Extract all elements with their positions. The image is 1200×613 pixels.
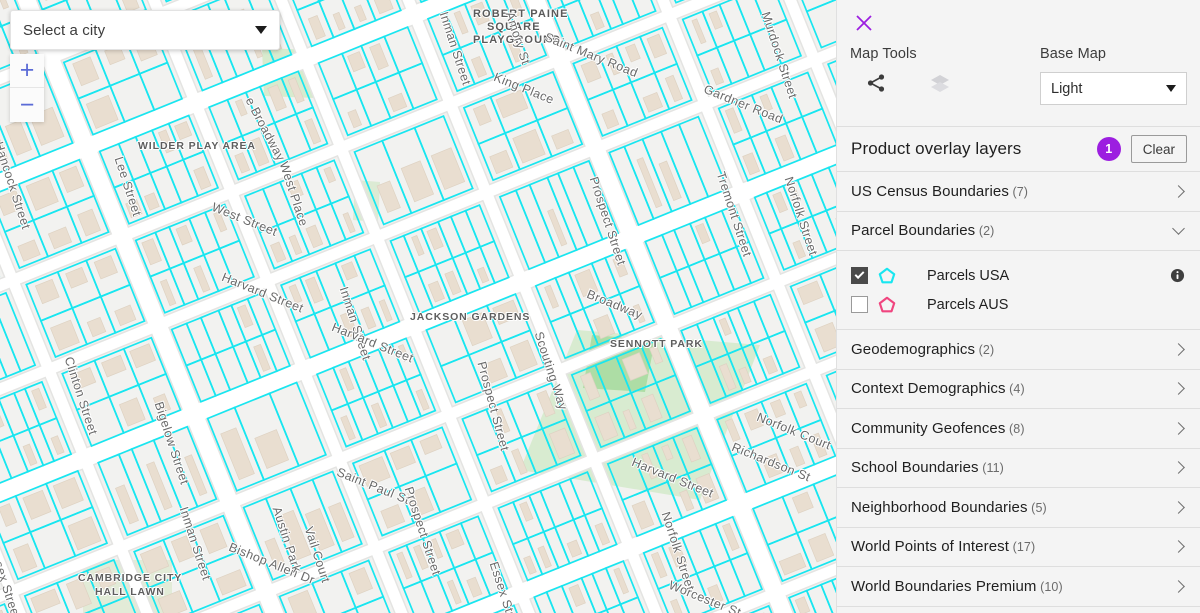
layer-row-community-geofences[interactable]: Community Geofences (8) (837, 409, 1200, 449)
layer-label: World Points of Interest (17) (851, 538, 1174, 555)
overlay-title: Product overlay layers (851, 139, 1097, 159)
layer-name-text: US Census Boundaries (851, 183, 1009, 200)
chevron-right-icon (1172, 382, 1185, 395)
clear-button[interactable]: Clear (1131, 135, 1187, 163)
map-tools-title: Map Tools (850, 46, 1040, 62)
layer-label: Community Geofences (8) (851, 420, 1174, 437)
map-render (0, 0, 836, 613)
layer-label: US Census Boundaries (7) (851, 183, 1174, 200)
tools-row: Map Tools (837, 46, 1200, 105)
basemap-group: Base Map Light (1040, 46, 1187, 105)
chevron-right-icon (1172, 461, 1185, 474)
layer-row-us-census-boundaries[interactable]: US Census Boundaries (7) (837, 172, 1200, 212)
layer-count: (8) (1005, 422, 1024, 436)
map-canvas[interactable]: Select a city + − ROBERT PAINESQUAREPLAY… (0, 0, 836, 613)
chevron-down-icon (1172, 222, 1185, 235)
chevron-down-icon (1166, 85, 1176, 92)
layers-icon-glyph (929, 72, 951, 94)
chevron-right-icon (1172, 185, 1185, 198)
layer-row-school-boundaries[interactable]: School Boundaries (11) (837, 449, 1200, 489)
share-icon-glyph (865, 72, 887, 94)
layer-name-text: Geodemographics (851, 341, 975, 358)
layer-label: Neighborhood Boundaries (5) (851, 499, 1174, 516)
chevron-down-icon (255, 26, 267, 34)
layer-list: US Census Boundaries (7) Parcel Boundarie… (837, 172, 1200, 613)
close-row (837, 0, 1200, 46)
layer-label: Geodemographics (2) (851, 341, 1174, 358)
layer-row-world-boundaries-premium[interactable]: World Boundaries Premium (10) (837, 567, 1200, 607)
layer-count: (7) (1009, 185, 1028, 199)
layer-name-text: Parcel Boundaries (851, 222, 975, 239)
check-icon (855, 269, 865, 279)
child-layer-label: Parcels AUS (927, 297, 1187, 313)
layer-label: Parcel Boundaries (2) (851, 222, 1174, 239)
layer-count: (2) (975, 343, 994, 357)
chevron-right-icon (1172, 580, 1185, 593)
layer-count: (5) (1028, 501, 1047, 515)
basemap-select[interactable]: Light (1040, 72, 1187, 105)
layer-checkbox[interactable] (851, 296, 868, 313)
layer-count: (11) (979, 461, 1004, 475)
layer-row-neighborhood-boundaries[interactable]: Neighborhood Boundaries (5) (837, 488, 1200, 528)
map-application: Select a city + − ROBERT PAINESQUAREPLAY… (0, 0, 1200, 613)
chevron-right-icon (1172, 540, 1185, 553)
layer-checkbox[interactable] (851, 267, 868, 284)
close-icon[interactable] (850, 9, 878, 37)
info-icon[interactable] (1170, 268, 1185, 283)
layer-row-context-demographics[interactable]: Context Demographics (4) (837, 370, 1200, 410)
layer-count: (17) (1009, 540, 1035, 554)
layer-label: School Boundaries (11) (851, 459, 1174, 476)
overlay-count-badge: 1 (1097, 137, 1121, 161)
city-select-dropdown[interactable]: Select a city (10, 10, 280, 50)
layer-name-text: Context Demographics (851, 380, 1006, 397)
basemap-title: Base Map (1040, 46, 1187, 62)
chevron-right-icon (1172, 422, 1185, 435)
map-tools-group: Map Tools (850, 46, 1040, 105)
layer-name-text: World Points of Interest (851, 538, 1009, 555)
map-tools-icons (850, 72, 1040, 94)
child-layer-parcels-aus[interactable]: Parcels AUS (851, 290, 1187, 319)
layer-children: Parcels USA Parcels AUS (837, 251, 1200, 330)
zoom-out-button[interactable]: − (10, 88, 44, 122)
chevron-right-icon (1172, 343, 1185, 356)
layer-row-geodemographics[interactable]: Geodemographics (2) (837, 330, 1200, 370)
layer-row-parcel-boundaries[interactable]: Parcel Boundaries (2) (837, 212, 1200, 252)
share-icon[interactable] (865, 72, 887, 94)
pentagon-swatch-icon (878, 267, 896, 285)
chevron-right-icon (1172, 501, 1185, 514)
layer-count: (10) (1037, 580, 1063, 594)
layer-name-text: World Boundaries Premium (851, 578, 1037, 595)
layer-count: (4) (1006, 382, 1025, 396)
city-select-value: Select a city (23, 22, 255, 39)
layer-name-text: School Boundaries (851, 459, 979, 476)
close-icon-glyph (854, 13, 874, 33)
layer-name-text: Neighborhood Boundaries (851, 499, 1028, 516)
basemap-value: Light (1051, 81, 1166, 97)
child-layer-parcels-usa[interactable]: Parcels USA (851, 261, 1187, 290)
child-layer-label: Parcels USA (927, 268, 1170, 284)
layer-row-world-points-of-interest[interactable]: World Points of Interest (17) (837, 528, 1200, 568)
zoom-in-button[interactable]: + (10, 54, 44, 88)
layers-panel: Map Tools (836, 0, 1200, 613)
overlay-header: Product overlay layers 1 Clear (837, 126, 1200, 172)
zoom-controls[interactable]: + − (10, 54, 44, 122)
layer-count: (2) (975, 224, 994, 238)
layer-label: Context Demographics (4) (851, 380, 1174, 397)
layers-icon (929, 72, 951, 94)
layer-name-text: Community Geofences (851, 420, 1005, 437)
panel-header: Map Tools (837, 0, 1200, 105)
pentagon-swatch-icon (878, 296, 896, 314)
layer-label: World Boundaries Premium (10) (851, 578, 1174, 595)
